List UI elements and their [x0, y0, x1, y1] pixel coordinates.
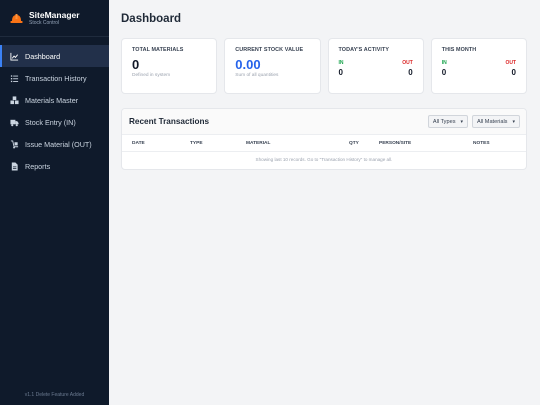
- card-label: TOTAL MATERIALS: [132, 47, 184, 53]
- sidebar-item-dashboard[interactable]: Dashboard: [0, 45, 109, 67]
- sidebar-item-label: Stock Entry (IN): [25, 117, 76, 127]
- chart-line-icon: [10, 52, 19, 61]
- sidebar-item-label: Issue Material (OUT): [25, 139, 92, 149]
- card-value: 0.00: [235, 57, 261, 72]
- in-value: 0: [338, 68, 343, 77]
- sidebar-item-label: Materials Master: [25, 95, 79, 105]
- truck-icon: [10, 118, 19, 127]
- type-filter-select[interactable]: All Types ▾: [427, 115, 469, 128]
- sidebar-item-reports[interactable]: Reports: [0, 155, 109, 177]
- out-label: OUT: [402, 60, 413, 66]
- out-value: 0: [511, 68, 516, 77]
- main-content: Dashboard TOTAL MATERIALS 0 Defined in s…: [109, 0, 540, 405]
- filters: All Types ▾ All Materials ▾: [427, 115, 520, 128]
- brand: SiteManager Stock Control: [0, 0, 109, 37]
- card-today-activity: TODAY'S ACTIVITY IN 0 OUT 0: [327, 38, 424, 94]
- panel-header: Recent Transactions All Types ▾ All Mate…: [122, 109, 526, 135]
- recent-transactions-panel: Recent Transactions All Types ▾ All Mate…: [121, 108, 527, 170]
- brand-subtitle: Stock Control: [29, 19, 60, 26]
- sidebar-item-label: Dashboard: [25, 51, 61, 61]
- table-header: DATE TYPE MATERIAL QTY PERSON/SITE NOTES: [122, 135, 526, 152]
- list-icon: [10, 74, 19, 83]
- stats-cards: TOTAL MATERIALS 0 Defined in system CURR…: [121, 38, 527, 94]
- material-filter-value: All Materials: [477, 118, 508, 125]
- card-subtext: Sum of all quantities: [235, 73, 279, 78]
- out-label: OUT: [505, 60, 516, 66]
- sidebar-item-stock-entry[interactable]: Stock Entry (IN): [0, 111, 109, 133]
- card-subtext: Defined in system: [132, 73, 171, 78]
- sidebar: SiteManager Stock Control Dashboard Tran…: [0, 0, 109, 405]
- material-filter-select[interactable]: All Materials ▾: [472, 115, 520, 128]
- column-header-qty: QTY: [349, 140, 359, 146]
- brand-name: SiteManager: [29, 9, 80, 20]
- column-header-material: MATERIAL: [246, 140, 271, 146]
- card-label: CURRENT STOCK VALUE: [235, 47, 304, 53]
- card-label: THIS MONTH: [441, 47, 477, 53]
- card-stock-value: CURRENT STOCK VALUE 0.00 Sum of all quan…: [224, 38, 321, 94]
- out-value: 0: [408, 68, 413, 77]
- column-header-person-site: PERSON/SITE: [379, 140, 412, 146]
- dolly-icon: [10, 139, 19, 149]
- panel-title: Recent Transactions: [129, 117, 210, 126]
- sidebar-nav: Dashboard Transaction History Materials …: [0, 45, 109, 177]
- type-filter-value: All Types: [432, 118, 456, 125]
- column-header-notes: NOTES: [473, 140, 490, 146]
- sidebar-item-label: Reports: [25, 161, 51, 171]
- file-icon: [10, 161, 19, 171]
- boxes-icon: [10, 95, 19, 105]
- card-label: TODAY'S ACTIVITY: [338, 47, 390, 53]
- card-total-materials: TOTAL MATERIALS 0 Defined in system: [121, 38, 218, 94]
- card-value: 0: [132, 57, 140, 72]
- card-this-month: THIS MONTH IN 0 OUT 0: [430, 38, 527, 94]
- sidebar-item-issue-material[interactable]: Issue Material (OUT): [0, 133, 109, 155]
- in-label: IN: [441, 60, 447, 66]
- hard-hat-icon: [9, 12, 23, 24]
- version-label: v1.1 Delete Feature Added: [24, 392, 85, 398]
- in-label: IN: [338, 60, 344, 66]
- chevron-down-icon: ▾: [512, 118, 515, 125]
- sidebar-item-materials-master[interactable]: Materials Master: [0, 89, 109, 111]
- page-title: Dashboard: [121, 13, 182, 25]
- chevron-down-icon: ▾: [460, 118, 464, 125]
- sidebar-item-transaction-history[interactable]: Transaction History: [0, 67, 109, 89]
- table-footer-note: Showing last 10 records. Go to "Transact…: [255, 157, 393, 162]
- sidebar-item-label: Transaction History: [25, 73, 87, 83]
- column-header-date: DATE: [132, 140, 145, 146]
- column-header-type: TYPE: [190, 140, 203, 146]
- in-value: 0: [441, 68, 447, 77]
